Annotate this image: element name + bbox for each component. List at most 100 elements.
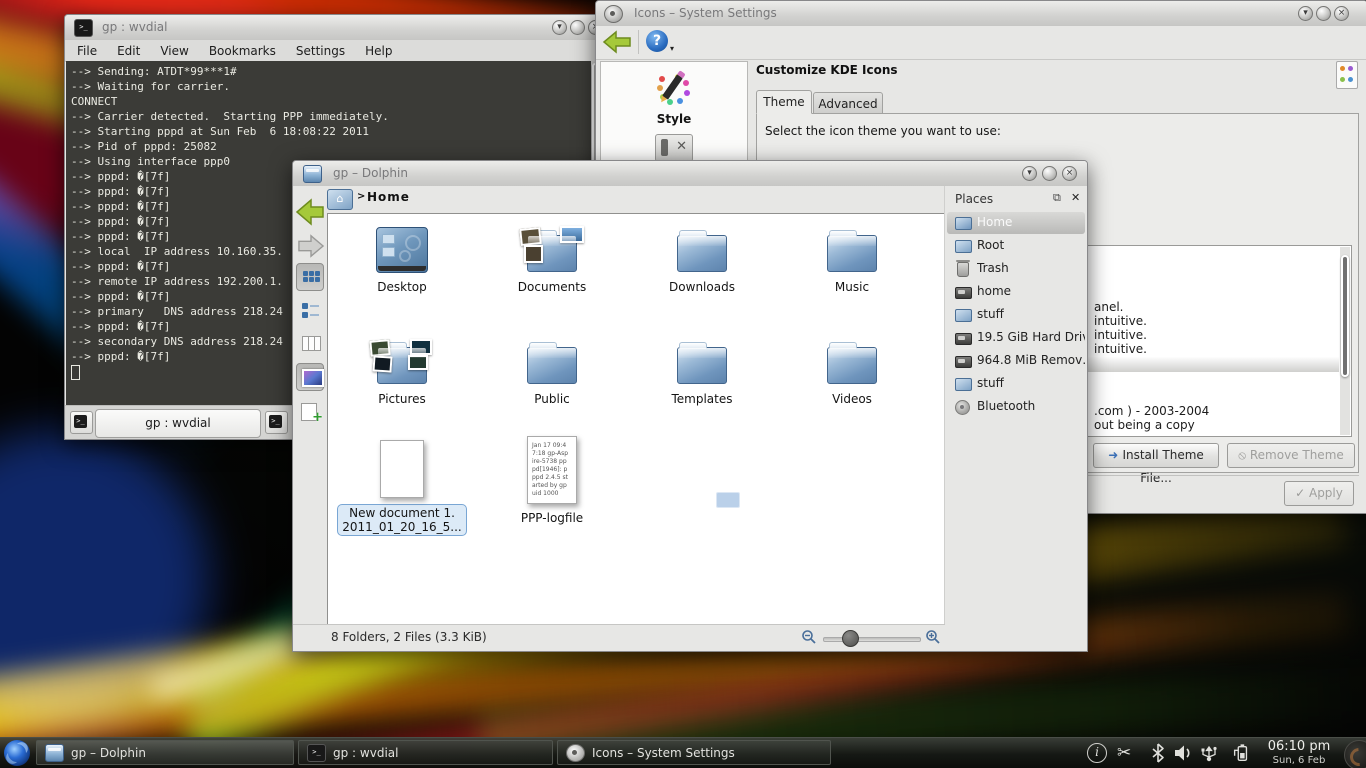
task-dolphin[interactable]: gp – Dolphin bbox=[36, 740, 294, 765]
maximize-button[interactable] bbox=[570, 20, 585, 35]
task-system-settings[interactable]: Icons – System Settings bbox=[557, 740, 831, 765]
settings-window-title: Icons – System Settings bbox=[634, 6, 777, 20]
desktop-folder-icon bbox=[376, 227, 428, 273]
tab-theme[interactable]: Theme bbox=[756, 90, 812, 114]
tab-advanced[interactable]: Advanced bbox=[813, 92, 883, 114]
close-panel-icon[interactable]: ✕ bbox=[1071, 191, 1080, 204]
workspace-tools-icon[interactable] bbox=[655, 134, 693, 162]
minimize-button[interactable]: ▾ bbox=[1298, 6, 1313, 21]
menu-settings[interactable]: Settings bbox=[296, 44, 345, 58]
theme-description-line: out being a copy bbox=[1094, 418, 1195, 432]
file-tile-ppp-logfile[interactable]: Jan 17 09:4 7:18 gp-Asp ire-5738 pp pd[1… bbox=[487, 434, 617, 525]
folder-icon bbox=[827, 235, 877, 272]
volume-icon[interactable] bbox=[1172, 743, 1194, 763]
file-tile-templates[interactable]: Templates bbox=[637, 334, 767, 406]
details-view-button[interactable] bbox=[296, 297, 324, 325]
install-theme-button[interactable]: ➜ Install Theme File... bbox=[1093, 443, 1219, 468]
dolphin-titlebar[interactable]: gp – Dolphin ▾ × bbox=[293, 161, 1087, 187]
place-removable-drive[interactable]: 964.8 MiB Remov… bbox=[947, 350, 1085, 372]
zoom-slider-handle[interactable] bbox=[842, 630, 859, 647]
minimize-button[interactable]: ▾ bbox=[552, 20, 567, 35]
forward-icon[interactable] bbox=[297, 233, 325, 259]
float-panel-icon[interactable]: ⧉ bbox=[1053, 191, 1061, 205]
menu-view[interactable]: View bbox=[160, 44, 188, 58]
zoom-slider-track[interactable] bbox=[823, 637, 921, 642]
menu-help[interactable]: Help bbox=[365, 44, 392, 58]
file-tile-public[interactable]: Public bbox=[487, 334, 617, 406]
gear-icon bbox=[604, 5, 623, 23]
place-home[interactable]: Home bbox=[947, 212, 1085, 234]
back-icon[interactable] bbox=[295, 197, 325, 227]
place-stuff[interactable]: stuff bbox=[947, 304, 1085, 326]
place-root[interactable]: Root bbox=[947, 235, 1085, 257]
close-icon[interactable]: × bbox=[1062, 166, 1077, 181]
instruction-text: Select the icon theme you want to use: bbox=[765, 124, 1001, 138]
clock[interactable]: 06:10 pm Sun, 6 Feb bbox=[1260, 739, 1338, 766]
folder-icon bbox=[527, 347, 577, 384]
preview-toggle-button[interactable] bbox=[296, 363, 324, 391]
menu-edit[interactable]: Edit bbox=[117, 44, 140, 58]
help-icon[interactable]: ? bbox=[646, 30, 668, 52]
theme-list-scrollbar[interactable] bbox=[1340, 247, 1350, 435]
dolphin-window: gp – Dolphin ▾ × ⌂ > Home bbox=[292, 160, 1088, 652]
selected-file-label: New document 1. 2011_01_20_16_5... bbox=[337, 504, 466, 536]
settings-titlebar[interactable]: Icons – System Settings ▾ × bbox=[596, 1, 1366, 27]
zoom-out-icon[interactable] bbox=[801, 629, 817, 645]
terminal-cursor bbox=[71, 365, 80, 380]
place-hard-drive[interactable]: 19.5 GiB Hard Drive bbox=[947, 327, 1085, 349]
icons-view-button[interactable] bbox=[296, 263, 324, 291]
menu-file[interactable]: File bbox=[77, 44, 97, 58]
terminal-line: --> Waiting for carrier. bbox=[71, 79, 600, 94]
clipboard-scissors-icon[interactable]: ✂ bbox=[1117, 743, 1139, 763]
zoom-in-icon[interactable] bbox=[925, 629, 941, 645]
taskbar: gp – Dolphin >_ gp : wvdial Icons – Syst… bbox=[0, 737, 1366, 768]
file-tile-new-document[interactable]: New document 1. 2011_01_20_16_5... bbox=[337, 438, 467, 536]
usb-device-icon[interactable] bbox=[1198, 743, 1220, 763]
home-folder-icon[interactable]: ⌂ bbox=[327, 189, 353, 210]
folder-icon bbox=[955, 309, 972, 322]
breadcrumb-home[interactable]: Home bbox=[367, 190, 410, 204]
terminal-tab[interactable]: gp : wvdial bbox=[95, 409, 261, 438]
file-tile-music[interactable]: Music bbox=[787, 222, 917, 294]
clock-date: Sun, 6 Feb bbox=[1260, 755, 1338, 766]
file-tile-videos[interactable]: Videos bbox=[787, 334, 917, 406]
file-tile-documents[interactable]: Documents bbox=[487, 222, 617, 294]
file-tile-pictures[interactable]: Pictures bbox=[337, 334, 467, 406]
folder-icon bbox=[677, 235, 727, 272]
apply-button[interactable]: ✓ Apply bbox=[1284, 481, 1354, 506]
maximize-button[interactable] bbox=[1316, 6, 1331, 21]
remove-theme-button[interactable]: ⦸ Remove Theme bbox=[1227, 443, 1355, 468]
place-trash[interactable]: Trash bbox=[947, 258, 1085, 280]
folder-icon bbox=[527, 235, 577, 272]
columns-view-icon bbox=[302, 336, 321, 351]
battery-icon[interactable] bbox=[1230, 743, 1252, 763]
split-view-button[interactable] bbox=[296, 397, 324, 425]
place-bluetooth[interactable]: Bluetooth bbox=[947, 396, 1085, 418]
minimize-button[interactable]: ▾ bbox=[1022, 166, 1037, 181]
terminal-titlebar[interactable]: >_ gp : wvdial ▾ × bbox=[65, 15, 601, 41]
file-tile-desktop[interactable]: Desktop bbox=[337, 222, 467, 294]
tab-list-button[interactable]: >_ bbox=[265, 411, 288, 434]
file-tile-downloads[interactable]: Downloads bbox=[637, 222, 767, 294]
info-icon[interactable]: i bbox=[1087, 743, 1107, 763]
columns-view-button[interactable] bbox=[296, 329, 324, 357]
menu-bookmarks[interactable]: Bookmarks bbox=[209, 44, 276, 58]
place-home-partition[interactable]: home bbox=[947, 281, 1085, 303]
new-tab-button[interactable]: >_ bbox=[70, 411, 93, 434]
launcher-icon[interactable] bbox=[3, 739, 31, 767]
task-terminal[interactable]: >_ gp : wvdial bbox=[298, 740, 553, 765]
maximize-button[interactable] bbox=[1042, 166, 1057, 181]
folder-view[interactable]: Desktop Documents Downloads Music bbox=[327, 213, 945, 625]
panel-toolbox-icon[interactable] bbox=[1344, 740, 1366, 768]
place-stuff-2[interactable]: stuff bbox=[947, 373, 1085, 395]
back-icon[interactable] bbox=[602, 29, 632, 55]
drag-ghost-icon bbox=[716, 492, 740, 508]
places-panel-title: Places bbox=[955, 192, 993, 206]
chevron-down-icon[interactable]: ▾ bbox=[670, 44, 674, 53]
sidebar-item-style[interactable]: Style bbox=[601, 72, 747, 126]
logfile-page-icon: Jan 17 09:4 7:18 gp-Asp ire-5738 pp pd[1… bbox=[527, 436, 577, 504]
dolphin-toolbar bbox=[293, 197, 327, 625]
theme-list-item-fragment: intuitive. bbox=[1094, 342, 1147, 356]
close-icon[interactable]: × bbox=[1334, 6, 1349, 21]
bluetooth-icon[interactable] bbox=[1147, 743, 1169, 763]
